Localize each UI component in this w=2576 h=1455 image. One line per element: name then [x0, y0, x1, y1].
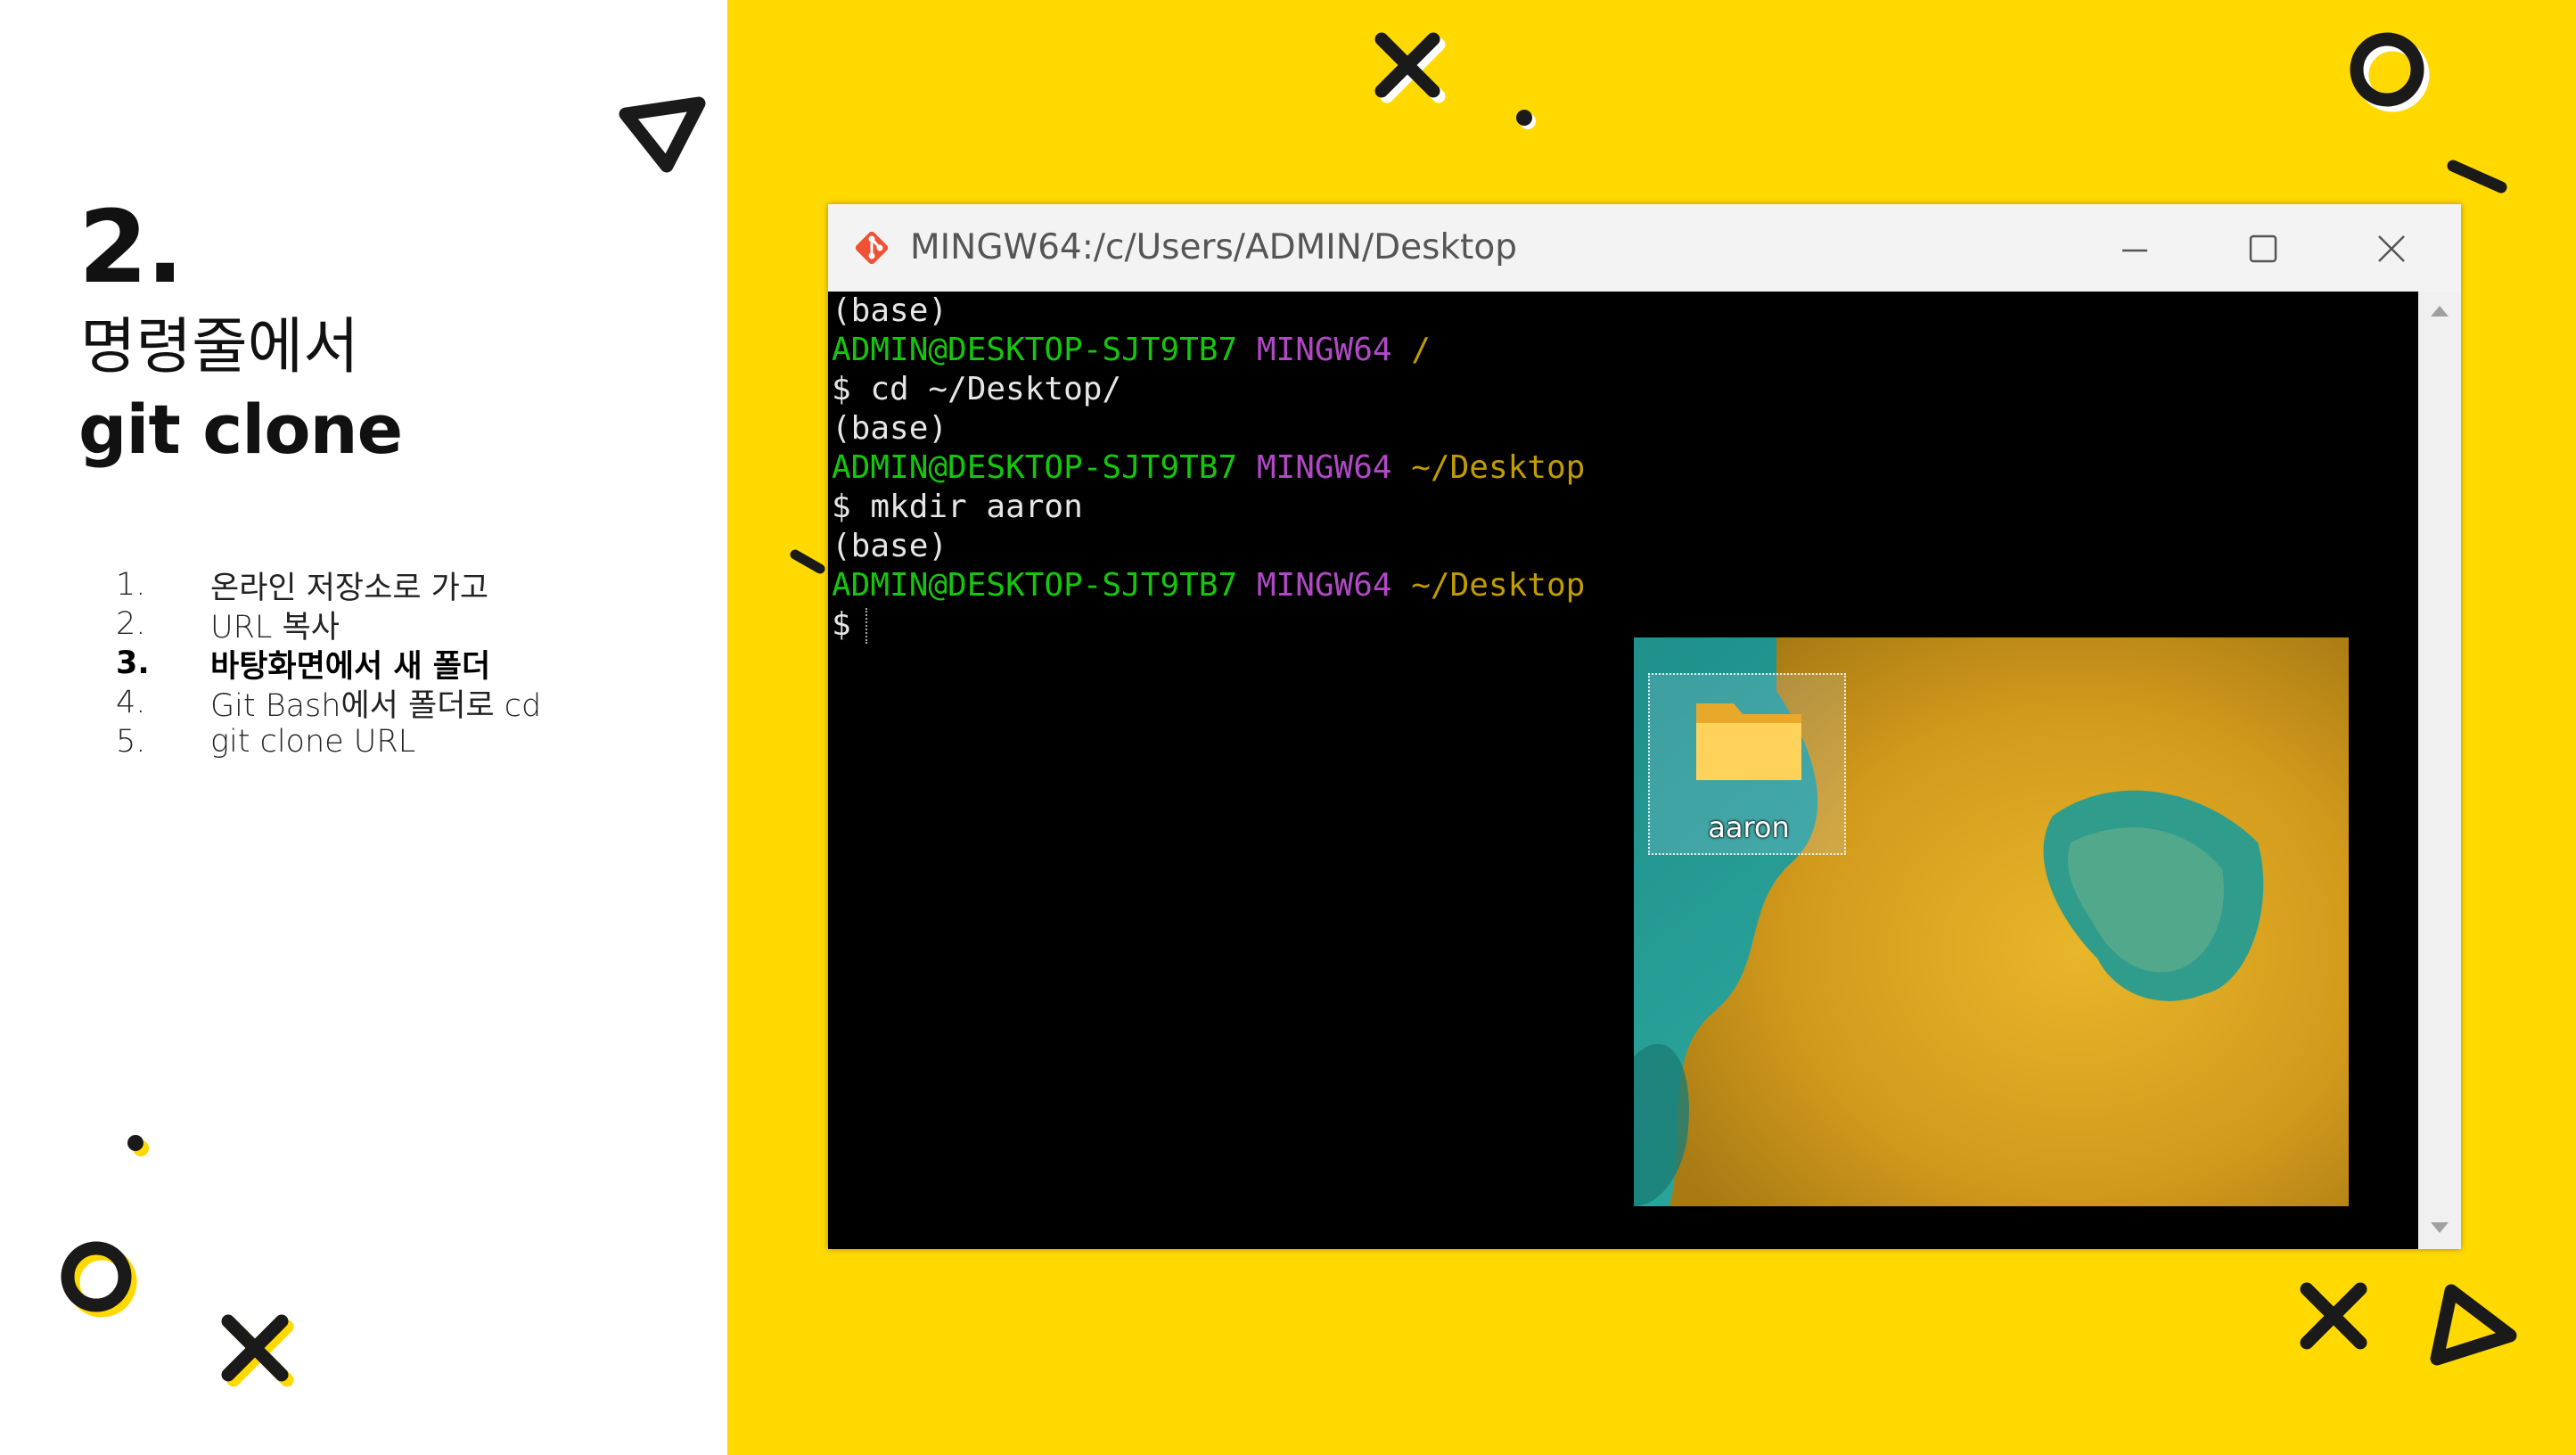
prompt-user: ADMIN@DESKTOP-SJT9TB7 [832, 332, 1238, 368]
conda-env-text: (base) [832, 292, 948, 329]
prompt-path: ~/Desktop [1411, 449, 1586, 486]
command-text: $ mkdir aaron [832, 489, 1083, 525]
terminal-input-line[interactable]: $ [832, 605, 869, 645]
scroll-down-arrow-icon[interactable] [2429, 1219, 2450, 1237]
step-list-number: 2. [116, 606, 146, 642]
triangle-deco-icon [2430, 1284, 2517, 1366]
command-text: $ cd ~/Desktop/ [832, 371, 1122, 407]
slide-subtitle: 명령줄에서 [80, 312, 359, 382]
step-list-number: 5. [116, 724, 146, 760]
prompt-user: ADMIN@DESKTOP-SJT9TB7 [832, 449, 1238, 486]
folder-icon [1696, 703, 1801, 780]
folder-label: aaron [1708, 810, 1790, 844]
step-list-number: 3. [116, 645, 150, 681]
terminal-line-base: (base) [832, 527, 948, 566]
close-icon[interactable] [2365, 222, 2418, 275]
x-deco-icon [2300, 1282, 2367, 1350]
prompt-user: ADMIN@DESKTOP-SJT9TB7 [832, 567, 1238, 604]
git-logo-icon [855, 231, 889, 265]
dash-deco-icon [2447, 160, 2507, 193]
step-list-number: 1. [116, 567, 146, 603]
list-item: 2. URL 복사 [116, 604, 541, 645]
x-deco-icon [1374, 32, 1446, 103]
terminal-line-base: (base) [832, 292, 948, 331]
terminal-prompt-line: ADMIN@DESKTOP-SJT9TB7 MINGW64 ~/Desktop [832, 566, 1585, 605]
terminal-prompt-line: ADMIN@DESKTOP-SJT9TB7 MINGW64 ~/Desktop [832, 448, 1585, 488]
list-item: 1. 온라인 저장소로 가고 [116, 565, 541, 606]
aaron-folder[interactable]: aaron [1648, 673, 1846, 855]
prompt-path: / [1411, 332, 1431, 368]
list-item: 5. git clone URL [116, 722, 541, 761]
prompt-shell: MINGW64 [1256, 449, 1392, 486]
x-deco-icon [221, 1314, 294, 1387]
terminal-command-line: $ cd ~/Desktop/ [832, 370, 1121, 409]
desktop-inset-image: aaron [1634, 637, 2349, 1206]
dot-deco-icon [1516, 110, 1536, 129]
window-titlebar[interactable]: MINGW64:/c/Users/ADMIN/Desktop [828, 204, 2461, 292]
list-item-active: 3. 바탕화면에서 새 폴더 [116, 644, 541, 685]
slide-title: git clone [78, 390, 403, 469]
scroll-up-arrow-icon[interactable] [2429, 302, 2450, 320]
conda-env-text: (base) [832, 410, 948, 447]
step-number: 2. [78, 190, 184, 306]
triangle-deco-icon [619, 96, 706, 173]
dot-deco-icon [127, 1135, 149, 1156]
dash-deco-icon [790, 549, 825, 574]
circle-deco-icon [2350, 32, 2430, 112]
prompt-shell: MINGW64 [1256, 332, 1392, 368]
step-list-text: git clone URL [210, 724, 416, 760]
prompt-path: ~/Desktop [1411, 567, 1586, 604]
list-item: 4. Git Bash에서 폴더로 cd [116, 683, 541, 724]
step-list-number: 4. [116, 685, 146, 720]
maximize-icon[interactable] [2236, 222, 2290, 275]
step-list-text: Git Bash에서 폴더로 cd [210, 687, 542, 724]
conda-env-text: (base) [832, 528, 948, 564]
terminal-command-line: $ mkdir aaron [832, 488, 1083, 527]
prompt-symbol: $ [832, 606, 851, 643]
steps-list: 1. 온라인 저장소로 가고 2. URL 복사 3. 바탕화면에서 새 폴더 4. G… [116, 565, 541, 761]
text-cursor [865, 608, 869, 644]
vertical-scrollbar[interactable] [2418, 292, 2461, 1249]
terminal-prompt-line: ADMIN@DESKTOP-SJT9TB7 MINGW64 / [832, 331, 1431, 370]
window-title: MINGW64:/c/Users/ADMIN/Desktop [910, 227, 1517, 267]
terminal-line-base: (base) [832, 409, 948, 448]
prompt-shell: MINGW64 [1256, 567, 1392, 604]
minimize-icon[interactable] [2108, 222, 2162, 275]
circle-deco-icon [61, 1241, 137, 1318]
